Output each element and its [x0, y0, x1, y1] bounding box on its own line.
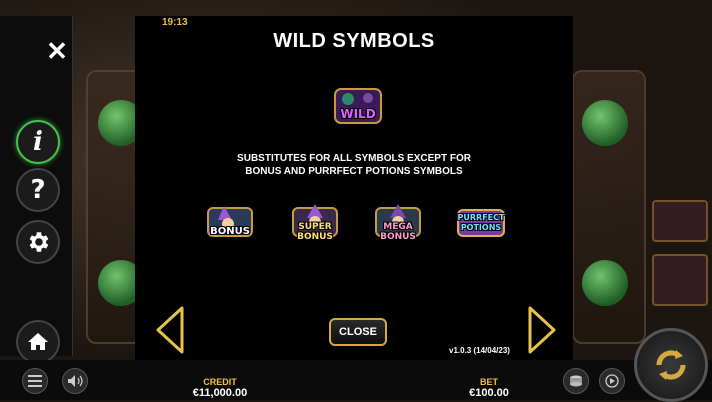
- menu-button[interactable]: [22, 368, 48, 394]
- sound-button[interactable]: [62, 368, 88, 394]
- autoplay-button[interactable]: [599, 368, 625, 394]
- gear-icon: [29, 232, 49, 252]
- credit-value: €11,000.00: [192, 387, 248, 399]
- chevron-right-icon: [528, 306, 556, 354]
- mega-bonus-symbol-label: MEGA BONUS: [380, 222, 416, 242]
- close-button[interactable]: CLOSE: [329, 318, 387, 346]
- home-button[interactable]: [16, 320, 60, 364]
- description-line-2: BONUS AND PURRFECT POTIONS SYMBOLS: [245, 166, 463, 177]
- version-label: v1.0.3 (14/04/23): [449, 346, 510, 355]
- bottom-bar: CREDIT €11,000.00 BET €100.00: [0, 360, 712, 400]
- info-button[interactable]: i: [16, 120, 60, 164]
- super-bonus-line2: BONUS: [297, 232, 333, 242]
- purrfect-potions-symbol-icon: PURRFECT POTIONS: [455, 202, 507, 242]
- home-icon: [28, 333, 48, 350]
- hamburger-icon: [28, 375, 42, 387]
- bonus-symbol-line1: BONUS: [210, 226, 250, 237]
- wild-description: SUBSTITUTES FOR ALL SYMBOLS EXCEPT FOR B…: [135, 152, 573, 178]
- chevron-left-icon: [156, 306, 184, 354]
- bet-settings-button[interactable]: [563, 368, 589, 394]
- page-title: WILD SYMBOLS: [273, 30, 435, 52]
- purrfect-potions-symbol-label: PURRFECT POTIONS: [458, 213, 505, 233]
- bet-value: €100.00: [469, 387, 509, 399]
- autoplay-icon: [605, 374, 619, 388]
- spin-button[interactable]: [634, 328, 708, 402]
- background-buy-panel: [652, 200, 708, 242]
- bonus-symbol-icon: BONUS: [204, 202, 256, 242]
- mega-bonus-line1: MEGA: [383, 222, 413, 232]
- wild-symbol-icon: WILD: [332, 86, 384, 126]
- mega-bonus-symbol-icon: MEGA BONUS: [372, 202, 424, 242]
- description-line-1: SUBSTITUTES FOR ALL SYMBOLS EXCEPT FOR: [237, 153, 471, 164]
- super-bonus-symbol-icon: SUPER BONUS: [289, 202, 341, 242]
- spin-arrows-icon: [656, 350, 686, 380]
- question-mark-icon: ?: [30, 175, 46, 205]
- next-page-arrow[interactable]: [524, 304, 560, 356]
- super-bonus-line1: SUPER: [298, 222, 332, 232]
- wild-symbol-label: WILD: [340, 107, 376, 121]
- coin-stack-icon: [570, 375, 582, 387]
- credit-label: CREDIT: [203, 377, 237, 387]
- settings-button[interactable]: [16, 220, 60, 264]
- purrfect-potions-line2: POTIONS: [460, 223, 502, 232]
- help-button[interactable]: ?: [16, 168, 60, 212]
- bonus-symbol-label: BONUS: [210, 227, 250, 237]
- info-icon: i: [33, 127, 43, 157]
- background-orb: [582, 100, 628, 146]
- clock: 19:13: [162, 17, 188, 28]
- background-bet-panel: [652, 254, 708, 306]
- close-menu-icon[interactable]: ✕: [44, 38, 70, 64]
- bet-label: BET: [480, 377, 498, 387]
- paytable-overlay: [135, 16, 573, 360]
- side-menu-panel: ✕ i ?: [0, 16, 73, 364]
- speaker-icon: [68, 375, 83, 387]
- background-orb: [582, 260, 628, 306]
- super-bonus-symbol-label: SUPER BONUS: [297, 222, 333, 242]
- previous-page-arrow[interactable]: [152, 304, 188, 356]
- purrfect-potions-line1: PURRFECT: [457, 213, 505, 222]
- mega-bonus-line2: BONUS: [380, 232, 416, 242]
